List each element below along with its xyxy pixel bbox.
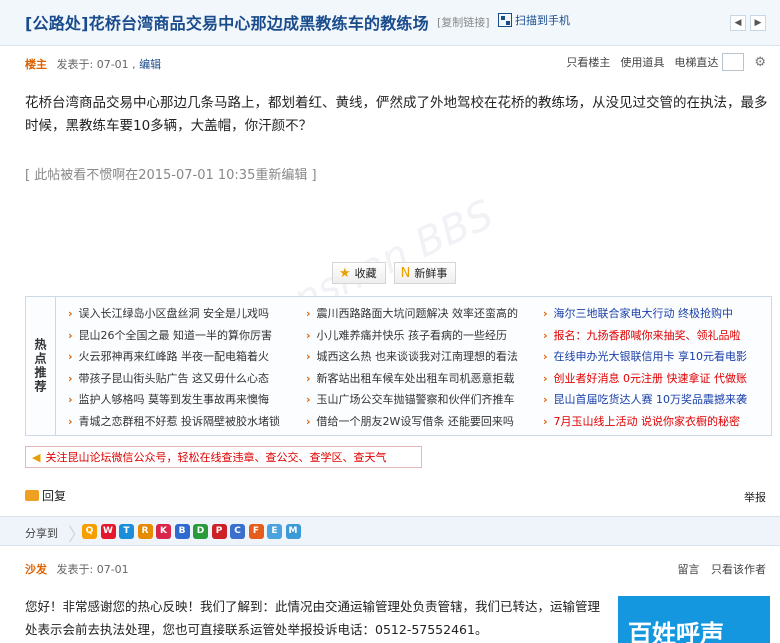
ad-text: 百姓呼声 (628, 620, 724, 643)
reply-tools: 留言 只看该作者 (670, 561, 767, 577)
hot-link[interactable]: 青城之恋群租不好惹 投诉隔壁被胶水堵锁 (68, 413, 281, 435)
edit-link[interactable]: 编辑 (139, 58, 161, 71)
hot-link[interactable]: 带孩子昆山街头贴广告 这又毋什么心态 (68, 370, 280, 392)
next-thread-button[interactable]: ▶ (750, 15, 766, 31)
scan-to-phone[interactable]: 扫描到手机 (498, 12, 570, 28)
notice-text: 关注昆山论坛微信公众号，轻松在线查违章、查公交、查学区、查天气 (45, 451, 387, 464)
hot-label: 热点推荐 (26, 297, 56, 435)
hot-link[interactable]: 新客站出租车候车处出租车司机恶意拒载 (306, 370, 518, 392)
bookmark-icon[interactable]: M (285, 524, 301, 539)
post-author[interactable]: 楼主 (25, 58, 47, 71)
star-icon: ★ (339, 265, 351, 281)
pinterest-icon[interactable]: P (211, 524, 227, 539)
reply-label: 回复 (42, 489, 67, 503)
left-arrow-icon: ◀ (734, 18, 742, 28)
reply-content: 您好！非常感谢您的热心反映！我们了解到：此情况由交通运输管理处负责管辖，我们已转… (25, 599, 601, 637)
wrench-icon[interactable]: ⚙ (754, 55, 766, 70)
prev-thread-button[interactable]: ◀ (730, 15, 746, 31)
promo-link[interactable]: 昆山首届吃货达人赛 10万奖品震撼来袭 (543, 391, 748, 413)
message-link[interactable]: 留言 (678, 563, 700, 576)
news-icon: N (400, 265, 411, 281)
post-tools: 只看楼主 使用道具 电梯直达 ⚙ (556, 53, 766, 71)
only-this-author-link[interactable]: 只看该作者 (711, 563, 766, 576)
hot-link[interactable]: 昆山26个全国之最 知道一半的算你厉害 (68, 327, 280, 349)
feed-icon[interactable]: E (267, 524, 282, 539)
reply-meta: 沙发 发表于: 07-01 (25, 561, 129, 577)
qzone-icon[interactable]: Q (82, 524, 97, 539)
post-meta: 楼主 发表于: 07-01 , 编辑 (25, 56, 161, 72)
jump-floor-label: 电梯直达 (674, 56, 719, 69)
share-bar: 分享到 〉 QWTRKBDPCFEM (0, 516, 780, 546)
promo-link[interactable]: 海尔三地联合家电大行动 终极抢购中 (543, 305, 747, 327)
hot-link[interactable]: 火云邪神再来红峰路 半夜一配电箱着火 (68, 348, 280, 370)
edited-note: [ 此帖被看不惯啊在2015-07-01 10:35重新编辑 ] (25, 168, 317, 183)
only-author-link[interactable]: 只看楼主 (566, 54, 610, 70)
report-link[interactable]: 举报 (744, 489, 766, 505)
favorite-label: 收藏 (354, 267, 377, 280)
speaker-icon: ◀ (32, 450, 41, 464)
comma: , (132, 58, 136, 71)
copy-link[interactable]: [复制链接] (437, 14, 490, 30)
hot-link[interactable]: 玉山广场公交车抛锚警察和伙伴们齐推车 (306, 391, 518, 413)
promo-link[interactable]: 在线申办光大银联信用卡 享10元看电影 (543, 348, 748, 370)
hot-link[interactable]: 震川西路路面大坑问题解决 效率还蛮高的 (306, 305, 519, 327)
fresh-news-label: 新鲜事 (414, 267, 448, 280)
promo-link[interactable]: 创业者好消息 0元注册 快速拿证 代做账 (543, 370, 748, 392)
thread-title: [公路处]花桥台湾商品交易中心那边成黑教练车的教练场 (25, 14, 429, 33)
reply-date: 发表于: 07-01 (56, 563, 129, 576)
weibo-icon[interactable]: W (100, 524, 116, 539)
promo-link[interactable]: 7月玉山线上活动 说说你家衣橱的秘密 (543, 413, 747, 435)
ad-banner[interactable]: 百姓呼声 (618, 596, 770, 643)
hot-column-1: 误入长江绿岛小区盘丝洞 安全是儿戏吗 昆山26个全国之最 知道一半的算你厉害 火… (68, 305, 281, 435)
share-icons: QWTRKBDPCFEM (82, 524, 304, 539)
qq-weibo-icon[interactable]: T (119, 524, 134, 539)
hot-link[interactable]: 监护人够格吗 莫等到发生事故再来懊悔 (68, 391, 280, 413)
scan-to-phone-label: 扫描到手机 (515, 14, 570, 27)
right-arrow-icon: ▶ (754, 18, 762, 28)
favorite-button[interactable]: ★ 收藏 (332, 262, 386, 284)
douban-icon[interactable]: D (193, 524, 208, 539)
renren-icon[interactable]: R (137, 524, 153, 539)
share-label: 分享到 (25, 527, 58, 540)
hot-link[interactable]: 小儿难养痛并快乐 孩子看病的一些经历 (306, 327, 518, 349)
reply-author[interactable]: 沙发 (25, 563, 47, 576)
post-content: 花桥台湾商品交易中心那边几条马路上，都划着红、黄线，俨然成了外地驾校在花桥的教练… (25, 95, 768, 134)
reply-button[interactable]: 回复 (25, 487, 66, 504)
jump-floor-input[interactable] (722, 53, 745, 71)
hot-link[interactable]: 借给一个朋友2W设写借条 还能要回来吗 (306, 413, 518, 435)
hot-recommendations: 热点推荐 误入长江绿岛小区盘丝洞 安全是儿戏吗 昆山26个全国之最 知道一半的算… (25, 296, 772, 436)
hot-column-3: 海尔三地联合家电大行动 终极抢购中 报名：九扬香郡喊你来抽奖、领礼品啦 在线申办… (543, 305, 748, 435)
post-actions: ★ 收藏 N 新鲜事 (332, 262, 464, 284)
hot-column-2: 震川西路路面大坑问题解决 效率还蛮高的 小儿难养痛并快乐 孩子看病的一些经历 城… (306, 305, 519, 435)
kaixin-icon[interactable]: K (156, 524, 171, 539)
hot-link[interactable]: 误入长江绿岛小区盘丝洞 安全是儿戏吗 (68, 305, 280, 327)
reply-icon (25, 490, 39, 501)
wechat-notice[interactable]: ◀ 关注昆山论坛微信公众号，轻松在线查违章、查公交、查学区、查天气 (25, 446, 422, 468)
fire-icon[interactable]: F (248, 524, 264, 539)
thread-header: [公路处]花桥台湾商品交易中心那边成黑教练车的教练场 [复制链接] 扫描到手机 … (0, 0, 780, 46)
qr-code-icon (498, 13, 512, 27)
fresh-news-button[interactable]: N 新鲜事 (393, 262, 457, 284)
hot-link[interactable]: 城西这么热 也来谈谈我对江南理想的看法 (306, 348, 519, 370)
baidu-cang-icon[interactable]: C (230, 524, 245, 539)
promo-link[interactable]: 报名：九扬香郡喊你来抽奖、领礼品啦 (543, 327, 747, 349)
baidu-icon[interactable]: B (174, 524, 190, 539)
post-date: 发表于: 07-01 (56, 58, 129, 71)
use-props-link[interactable]: 使用道具 (620, 54, 664, 70)
